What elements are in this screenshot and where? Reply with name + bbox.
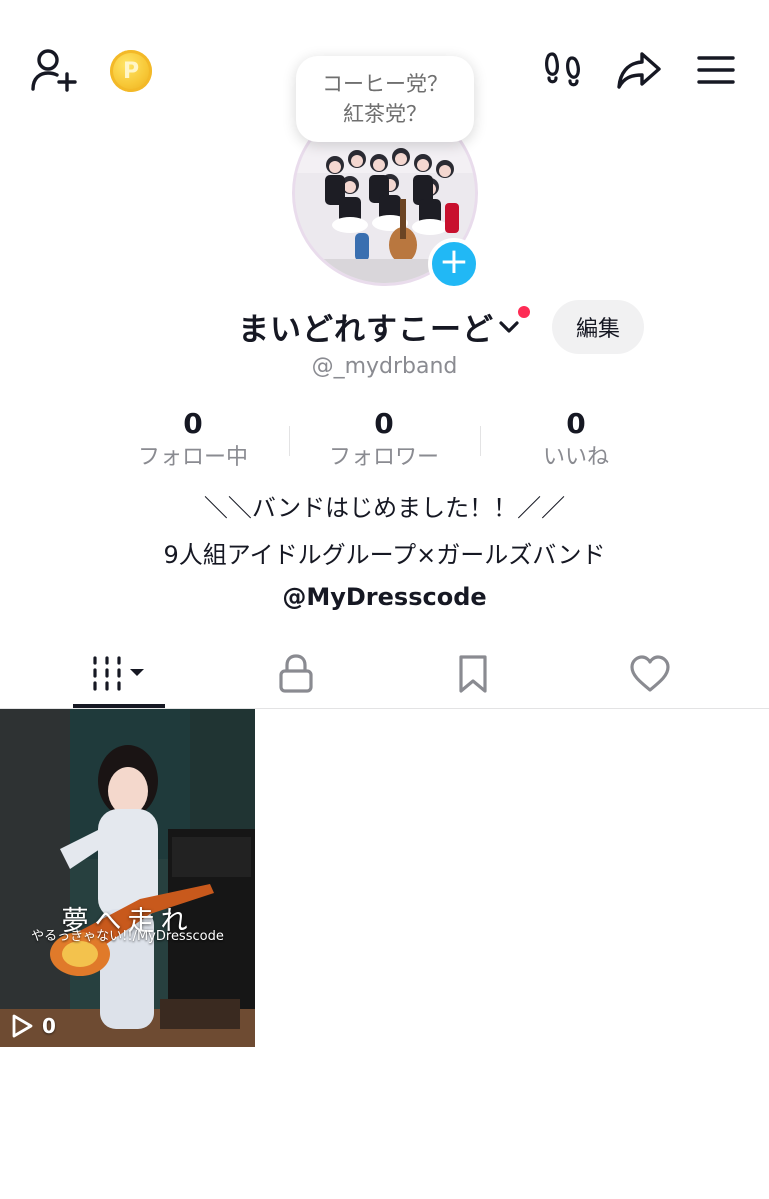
following-stat[interactable]: 0 フォロー中 <box>113 404 273 472</box>
followers-stat[interactable]: 0 フォロワー <box>304 404 464 472</box>
coin-letter: P <box>122 58 140 84</box>
view-count-number: 0 <box>42 1014 56 1038</box>
chevron-down-icon <box>499 321 519 333</box>
following-label: フォロー中 <box>137 445 248 470</box>
plus-icon: + <box>438 241 470 282</box>
followers-label: フォロワー <box>328 445 439 470</box>
bubble-line-1: コーヒー党？ <box>322 72 448 96</box>
grid-bars-icon <box>93 656 144 691</box>
video-view-count: 0 <box>10 1013 56 1039</box>
tab-liked[interactable] <box>604 642 696 706</box>
play-outline-icon <box>12 1014 33 1038</box>
stat-divider <box>289 426 290 456</box>
share-profile-button[interactable] <box>612 46 666 94</box>
tab-private[interactable] <box>250 642 342 706</box>
following-count: 0 <box>183 407 203 440</box>
likes-count: 0 <box>566 407 586 440</box>
share-arrow-icon <box>617 52 661 89</box>
followers-count: 0 <box>374 407 394 440</box>
profile-name[interactable]: まいどれすこーど <box>238 304 494 349</box>
person-plus-icon <box>31 49 77 92</box>
lock-icon <box>279 654 313 693</box>
coin-icon[interactable]: P <box>110 50 152 92</box>
hamburger-menu-icon <box>697 56 735 84</box>
bio-link-mention[interactable]: @MyDresscode <box>0 583 769 611</box>
footprints-icon <box>545 52 580 87</box>
menu-button[interactable] <box>692 46 740 94</box>
profile-views-button[interactable] <box>538 46 588 94</box>
likes-label: いいね <box>542 445 609 470</box>
video-thumbnail[interactable]: 夢へ走れ やるっきゃない!!/MyDresscode 0 <box>0 709 255 1047</box>
likes-stat[interactable]: 0 いいね <box>496 404 656 472</box>
add-friend-button[interactable] <box>26 44 80 96</box>
heart-icon <box>630 655 670 692</box>
bio-line-2: 9人組アイドルグループ×ガールズバンド <box>163 541 606 569</box>
switch-account-chevron[interactable] <box>496 314 522 340</box>
bio-line-1: ＼＼バンドはじめました！！／／ <box>203 494 566 522</box>
bubble-line-2: 紅茶党？ <box>343 102 427 126</box>
video-frame-image <box>0 709 255 1047</box>
tab-videos[interactable] <box>73 642 165 706</box>
video-caption-subtitle: やるっきゃない!!/MyDresscode <box>31 929 224 944</box>
bookmark-icon <box>459 655 487 693</box>
status-bubble[interactable]: コーヒー党？ 紅茶党？ <box>296 56 474 142</box>
username-handle: @_mydrband <box>311 354 458 379</box>
edit-profile-button[interactable]: 編集 <box>552 300 644 354</box>
tab-saved[interactable] <box>427 642 519 706</box>
add-story-button[interactable]: + <box>428 238 480 290</box>
stat-divider <box>480 426 481 456</box>
notification-dot <box>518 306 530 318</box>
